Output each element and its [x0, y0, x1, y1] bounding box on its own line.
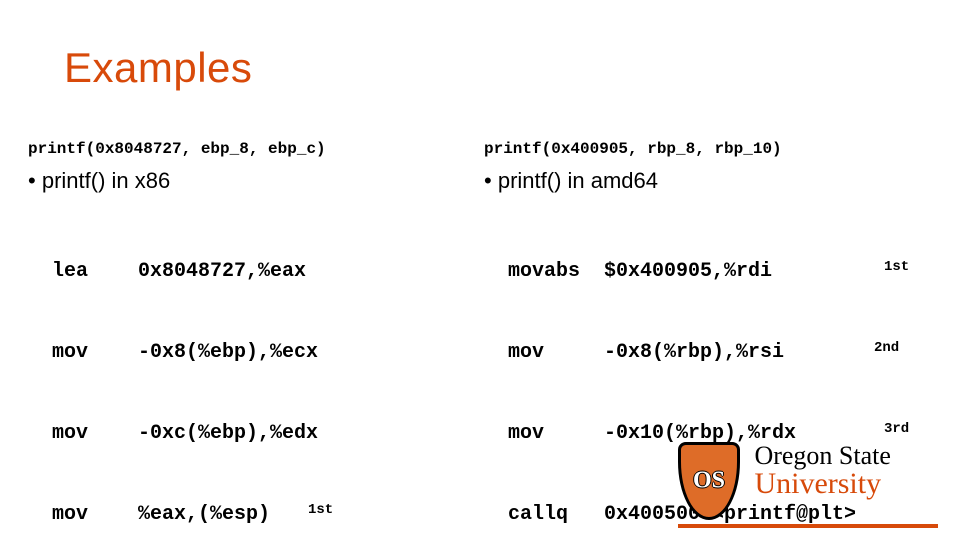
logo-oregon-state: Oregon State University [678, 442, 938, 528]
asm-row: mov%eax,(%esp) 1st [28, 501, 484, 528]
operands: 0x8048727,%eax [138, 260, 306, 283]
operands: -0xc(%ebp),%edx [138, 422, 318, 445]
mnemonic: mov [52, 420, 138, 447]
column-x86: printf(0x8048727, ebp_8, ebp_c) printf()… [28, 140, 484, 540]
operands: -0x8(%ebp),%ecx [138, 341, 318, 364]
mnemonic: lea [52, 258, 138, 285]
operands: -0x8(%rbp),%rsi [604, 341, 784, 364]
logo-text: Oregon State University [754, 442, 890, 499]
heading-amd64: printf() in amd64 [484, 168, 940, 194]
mnemonic: mov [508, 339, 604, 366]
logo-underline [678, 524, 938, 528]
heading-x86: printf() in x86 [28, 168, 484, 194]
asm-row: mov-0x8(%ebp),%ecx [28, 339, 484, 366]
arg-note: 1st [884, 258, 909, 277]
operands: $0x400905,%rdi [604, 260, 772, 283]
operands: %eax,(%esp) [138, 503, 270, 526]
mnemonic: callq [508, 501, 604, 528]
asm-row: movabs$0x400905,%rdi 1st [484, 258, 940, 285]
call-line-amd64: printf(0x400905, rbp_8, rbp_10) [484, 140, 940, 158]
call-line-x86: printf(0x8048727, ebp_8, ebp_c) [28, 140, 484, 158]
logo-line2: University [754, 469, 890, 499]
asm-row: mov-0x8(%rbp),%rsi 2nd [484, 339, 940, 366]
shield-icon [678, 442, 740, 520]
mnemonic: mov [508, 420, 604, 447]
mnemonic: mov [52, 501, 138, 528]
slide: Examples printf(0x8048727, ebp_8, ebp_c)… [0, 0, 960, 540]
logo-line1: Oregon State [754, 442, 890, 469]
mnemonic: movabs [508, 258, 604, 285]
arg-note: 1st [308, 501, 333, 520]
asm-row: mov-0xc(%ebp),%edx [28, 420, 484, 447]
mnemonic: mov [52, 339, 138, 366]
slide-title: Examples [64, 44, 252, 92]
asm-row: lea0x8048727,%eax [28, 258, 484, 285]
arg-note: 3rd [884, 420, 909, 439]
asm-listing-x86: lea0x8048727,%eax mov-0x8(%ebp),%ecx mov… [28, 204, 484, 540]
arg-note: 2nd [874, 339, 899, 358]
